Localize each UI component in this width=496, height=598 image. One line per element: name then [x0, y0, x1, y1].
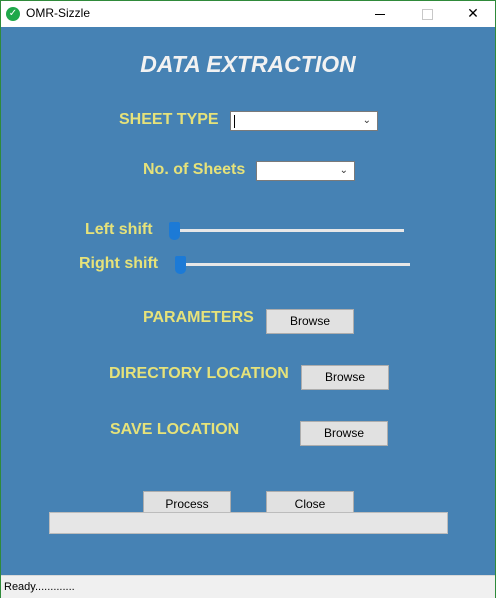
- maximize-button[interactable]: [404, 1, 450, 27]
- status-text: Ready.............: [4, 581, 75, 593]
- close-window-button[interactable]: ✕: [450, 1, 496, 27]
- window-title: OMR-Sizzle: [26, 6, 91, 20]
- right-shift-slider[interactable]: [179, 263, 410, 266]
- minimize-button[interactable]: [357, 1, 403, 27]
- chevron-down-icon: ⌄: [339, 165, 348, 176]
- directory-location-label: DIRECTORY LOCATION: [109, 365, 289, 382]
- right-shift-label: Right shift: [79, 255, 159, 272]
- text-caret: [234, 115, 235, 128]
- maximize-icon: [421, 8, 433, 20]
- check-circle-icon: ✓: [6, 7, 20, 21]
- status-bar: Ready.............: [1, 575, 495, 598]
- page-title: DATA EXTRACTION: [140, 51, 356, 77]
- left-shift-slider[interactable]: [173, 229, 404, 232]
- right-shift-slider-thumb[interactable]: [175, 256, 186, 274]
- close-icon: ✕: [467, 6, 479, 22]
- progress-bar: [49, 512, 448, 534]
- directory-browse-button[interactable]: Browse: [301, 365, 389, 390]
- title-bar: ✓ OMR-Sizzle ✕: [1, 1, 495, 27]
- parameters-label: PARAMETERS: [143, 309, 254, 326]
- save-browse-button[interactable]: Browse: [300, 421, 388, 446]
- chevron-down-icon: ⌄: [362, 115, 371, 126]
- minimize-icon: [375, 13, 385, 15]
- sheet-type-select[interactable]: ⌄: [230, 111, 378, 131]
- parameters-browse-button[interactable]: Browse: [266, 309, 354, 334]
- save-location-label: SAVE LOCATION: [110, 421, 240, 438]
- sheet-type-label: SHEET TYPE: [119, 111, 219, 128]
- left-shift-label: Left shift: [85, 221, 153, 238]
- no-of-sheets-label: No. of Sheets: [143, 161, 246, 178]
- app-window: ✓ OMR-Sizzle ✕ DATA EXTRACTION SHEET TYP…: [0, 0, 496, 598]
- left-shift-slider-thumb[interactable]: [169, 222, 180, 240]
- no-of-sheets-select[interactable]: ⌄: [256, 161, 355, 181]
- main-panel: DATA EXTRACTION SHEET TYPE ⌄ No. of Shee…: [1, 27, 495, 575]
